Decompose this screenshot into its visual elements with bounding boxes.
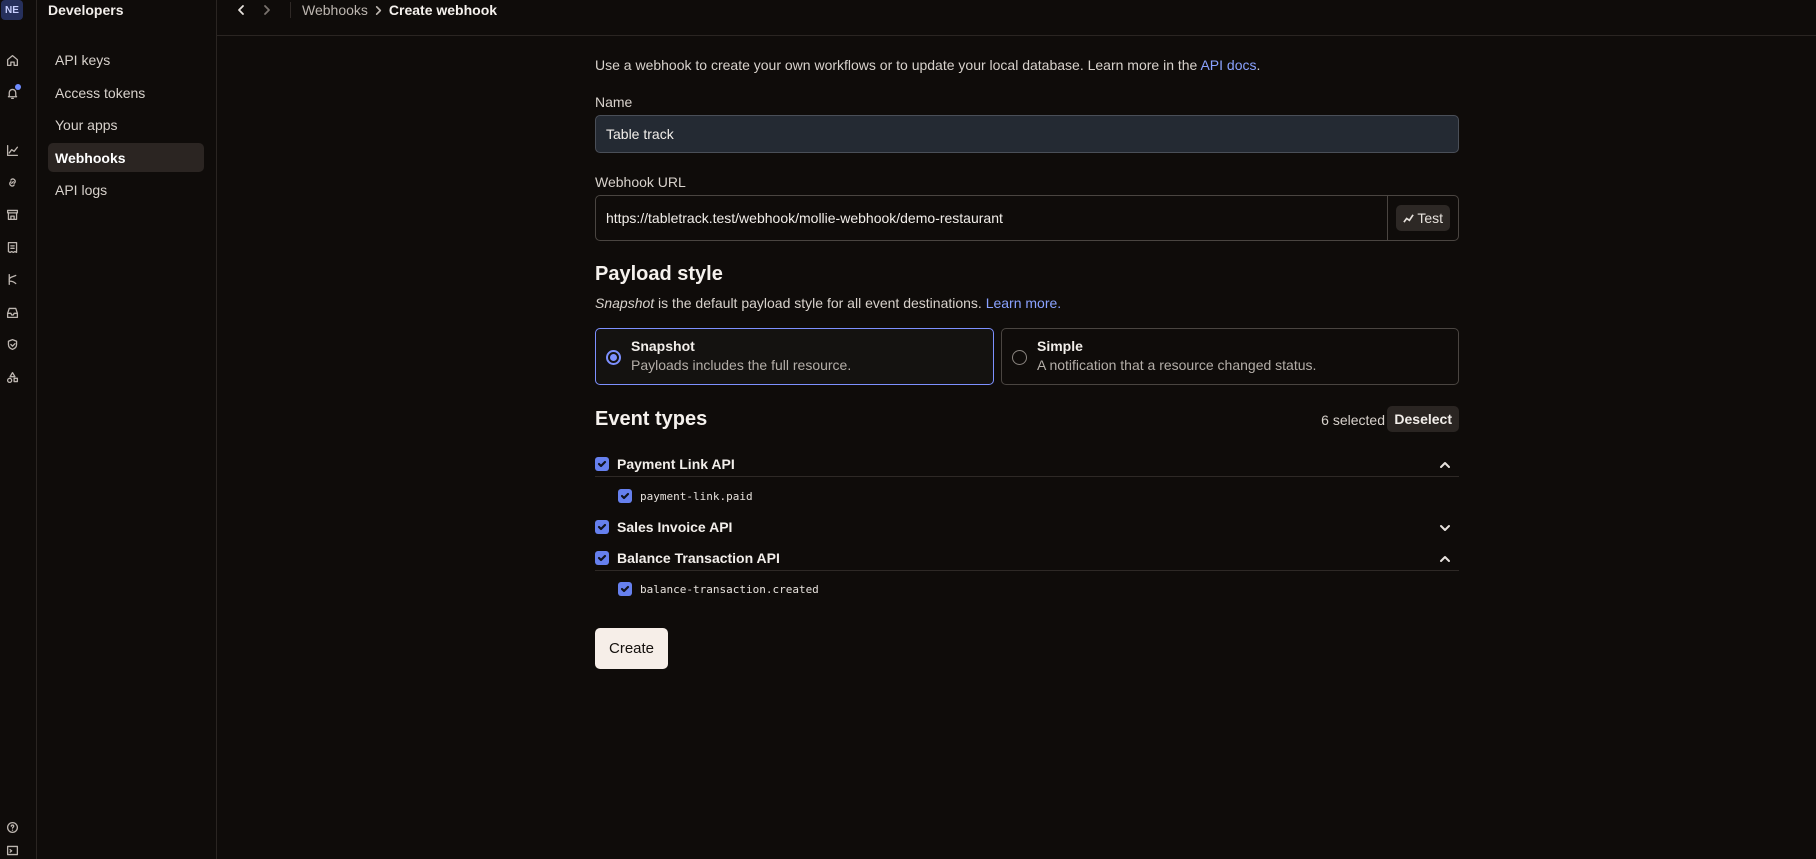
chart-icon[interactable]: [5, 143, 19, 157]
shapes-icon[interactable]: [5, 370, 19, 384]
event-item-balance-transaction-created[interactable]: balance-transaction.created: [618, 580, 819, 598]
breadcrumb-separator-icon: [375, 5, 382, 15]
event-group-balance-transaction[interactable]: Balance Transaction API: [595, 545, 1459, 571]
inbox-icon[interactable]: [5, 305, 19, 319]
snapshot-desc: Payloads includes the full resource.: [631, 357, 852, 373]
sidebar-title: Developers: [48, 2, 124, 18]
branch-icon[interactable]: [5, 272, 19, 286]
terminal-icon[interactable]: [5, 843, 19, 857]
balance-transaction-checkbox[interactable]: [595, 550, 609, 565]
simple-title: Simple: [1037, 338, 1083, 354]
breadcrumb-webhooks[interactable]: Webhooks: [302, 2, 368, 18]
webhook-url-input[interactable]: [596, 196, 1388, 240]
sidebar-item-api-keys[interactable]: API keys: [48, 45, 204, 74]
check-icon: [620, 492, 630, 500]
intro-end: .: [1256, 57, 1261, 73]
balance-transaction-created-checkbox[interactable]: [618, 582, 632, 596]
payment-link-checkbox[interactable]: [595, 456, 609, 471]
api-docs-link[interactable]: API docs: [1200, 57, 1256, 73]
chevron-down-icon[interactable]: [1439, 521, 1451, 533]
webhook-url-field: Test: [595, 195, 1459, 241]
home-icon[interactable]: [5, 53, 19, 67]
receipt-icon[interactable]: [5, 240, 19, 254]
url-divider: [1387, 196, 1389, 240]
chevron-up-icon[interactable]: [1439, 458, 1451, 470]
event-types-heading: Event types: [595, 408, 708, 430]
event-group-payment-link[interactable]: Payment Link API: [595, 451, 1459, 477]
snapshot-em: Snapshot: [595, 295, 655, 311]
chevron-left-icon: [238, 5, 244, 15]
top-bar: Webhooks Create webhook: [217, 0, 1816, 36]
check-icon: [597, 554, 607, 561]
sales-invoice-checkbox[interactable]: [595, 520, 609, 534]
activity-icon: [1403, 213, 1415, 223]
sidebar-item-webhooks[interactable]: Webhooks: [48, 143, 204, 172]
sidebar-item-access-tokens[interactable]: Access tokens: [48, 78, 204, 107]
org-avatar[interactable]: NE: [1, 0, 23, 20]
chevron-up-icon[interactable]: [1439, 552, 1451, 564]
learn-more-link[interactable]: Learn more.: [986, 295, 1061, 311]
payload-option-simple[interactable]: Simple A notification that a resource ch…: [1001, 328, 1459, 385]
test-button[interactable]: Test: [1396, 205, 1450, 231]
payload-style-heading: Payload style: [595, 263, 723, 285]
sidebar-item-your-apps[interactable]: Your apps: [48, 110, 204, 139]
deselect-button[interactable]: Deselect: [1387, 406, 1459, 432]
event-group-name: Sales Invoice API: [617, 519, 733, 535]
topbar-divider: [290, 2, 291, 18]
simple-desc: A notification that a resource changed s…: [1037, 357, 1317, 373]
check-icon: [597, 523, 607, 531]
payload-style-description: Snapshot is the default payload style fo…: [595, 295, 1061, 311]
developers-sidebar: Developers API keys Access tokens Your a…: [37, 0, 217, 859]
icon-rail: NE: [0, 0, 37, 859]
chevron-right-icon: [264, 5, 270, 15]
event-group-name: Balance Transaction API: [617, 549, 780, 566]
payload-sub-body: is the default payload style for all eve…: [654, 295, 986, 311]
event-name: payment-link.paid: [640, 489, 753, 503]
payment-link-paid-checkbox[interactable]: [618, 489, 632, 503]
test-label: Test: [1417, 210, 1443, 226]
link-icon[interactable]: [5, 175, 19, 189]
breadcrumb-current: Create webhook: [388, 2, 498, 18]
intro-body: Use a webhook to create your own workflo…: [595, 57, 1201, 73]
notification-dot: [15, 84, 21, 90]
event-item-payment-link-paid[interactable]: payment-link.paid: [618, 487, 753, 505]
snapshot-title: Snapshot: [631, 338, 695, 354]
name-label: Name: [595, 94, 633, 110]
intro-text: Use a webhook to create your own workflo…: [595, 57, 1260, 73]
forward-button[interactable]: [259, 1, 275, 19]
event-name: balance-transaction.created: [640, 582, 819, 596]
help-icon[interactable]: [5, 820, 19, 834]
selected-count: 6 selected: [1321, 412, 1385, 428]
store-icon[interactable]: [5, 207, 19, 221]
back-button[interactable]: [233, 1, 249, 19]
create-button[interactable]: Create: [595, 628, 669, 669]
snapshot-radio[interactable]: [606, 350, 621, 365]
bell-icon[interactable]: [5, 84, 21, 100]
event-group-sales-invoice[interactable]: Sales Invoice API: [595, 514, 1459, 540]
payload-option-snapshot[interactable]: Snapshot Payloads includes the full reso…: [595, 328, 994, 385]
shield-icon[interactable]: [5, 337, 19, 351]
check-icon: [597, 460, 607, 467]
check-icon: [620, 585, 630, 593]
name-input[interactable]: [595, 115, 1459, 153]
sidebar-item-api-logs[interactable]: API logs: [48, 175, 204, 204]
breadcrumb: Webhooks Create webhook: [302, 2, 497, 18]
webhook-url-label: Webhook URL: [595, 174, 686, 190]
event-group-name: Payment Link API: [617, 455, 735, 472]
simple-radio[interactable]: [1012, 350, 1027, 365]
